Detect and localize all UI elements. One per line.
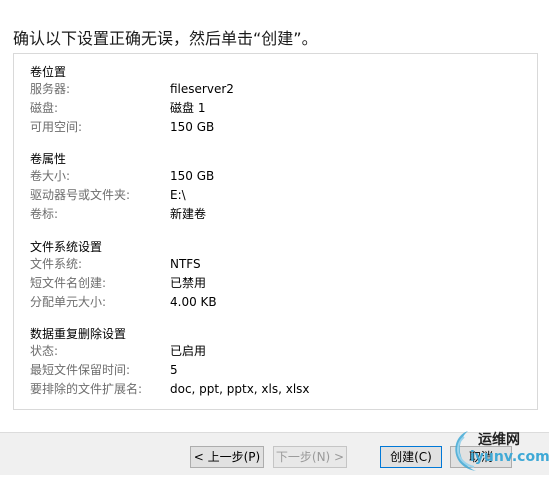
row-value: 磁盘 1	[170, 101, 206, 115]
row-volume-size: 卷大小: 150 GB	[30, 167, 520, 186]
row-value: 150 GB	[170, 120, 215, 134]
row-drive-letter: 驱动器号或文件夹: E:\	[30, 186, 520, 205]
section-file-system: 文件系统设置 文件系统: NTFS 短文件名创建: 已禁用 分配单元大小: 4.…	[30, 239, 520, 312]
cancel-button[interactable]: 取消	[450, 446, 512, 468]
create-button[interactable]: 创建(C)	[380, 446, 442, 468]
row-value: 已禁用	[170, 276, 207, 290]
row-free-space: 可用空间: 150 GB	[30, 118, 520, 137]
section-volume-properties: 卷属性 卷大小: 150 GB 驱动器号或文件夹: E:\ 卷标: 新建卷	[30, 151, 520, 224]
wizard-footer: < 上一步(P) 下一步(N) > 创建(C) 取消	[0, 432, 549, 475]
row-label: 卷大小:	[30, 169, 71, 183]
row-label: 最短文件保留时间:	[30, 363, 131, 377]
row-label: 短文件名创建:	[30, 276, 107, 290]
row-allocation-unit: 分配单元大小: 4.00 KB	[30, 293, 520, 312]
row-value: 5	[170, 363, 178, 377]
row-label: 状态:	[30, 344, 59, 358]
row-label: 文件系统:	[30, 257, 83, 271]
row-label: 分配单元大小:	[30, 295, 107, 309]
section-title: 卷属性	[30, 152, 67, 166]
row-volume-label: 卷标: 新建卷	[30, 205, 520, 224]
row-label: 磁盘:	[30, 101, 59, 115]
section-volume-location: 卷位置 服务器: fileserver2 磁盘: 磁盘 1 可用空间: 150 …	[30, 64, 520, 137]
row-file-system: 文件系统: NTFS	[30, 255, 520, 274]
row-value: E:\	[170, 188, 186, 202]
previous-button[interactable]: < 上一步(P)	[190, 446, 264, 468]
row-min-file-age: 最短文件保留时间: 5	[30, 361, 520, 380]
row-value: 新建卷	[170, 207, 207, 221]
row-label: 服务器:	[30, 82, 71, 96]
section-title: 卷位置	[30, 65, 67, 79]
row-excluded-extensions: 要排除的文件扩展名: doc, ppt, pptx, xls, xlsx	[30, 380, 520, 399]
section-title: 数据重复删除设置	[30, 327, 127, 341]
section-title: 文件系统设置	[30, 240, 103, 254]
row-label: 要排除的文件扩展名:	[30, 382, 143, 396]
row-value: fileserver2	[170, 82, 234, 96]
page-heading: 确认以下设置正确无误，然后单击“创建”。	[13, 29, 318, 48]
row-server: 服务器: fileserver2	[30, 80, 520, 99]
row-label: 驱动器号或文件夹:	[30, 188, 131, 202]
section-deduplication: 数据重复删除设置 状态: 已启用 最短文件保留时间: 5 要排除的文件扩展名: …	[30, 326, 520, 399]
row-value: 已启用	[170, 344, 207, 358]
row-value: NTFS	[170, 257, 201, 271]
row-value: 150 GB	[170, 169, 215, 183]
settings-summary-panel: 卷位置 服务器: fileserver2 磁盘: 磁盘 1 可用空间: 150 …	[13, 53, 538, 410]
row-label: 卷标:	[30, 207, 59, 221]
row-short-names: 短文件名创建: 已禁用	[30, 274, 520, 293]
row-disk: 磁盘: 磁盘 1	[30, 99, 520, 118]
row-status: 状态: 已启用	[30, 342, 520, 361]
next-button[interactable]: 下一步(N) >	[273, 446, 347, 468]
row-label: 可用空间:	[30, 120, 83, 134]
row-value: doc, ppt, pptx, xls, xlsx	[170, 382, 310, 396]
row-value: 4.00 KB	[170, 295, 217, 309]
